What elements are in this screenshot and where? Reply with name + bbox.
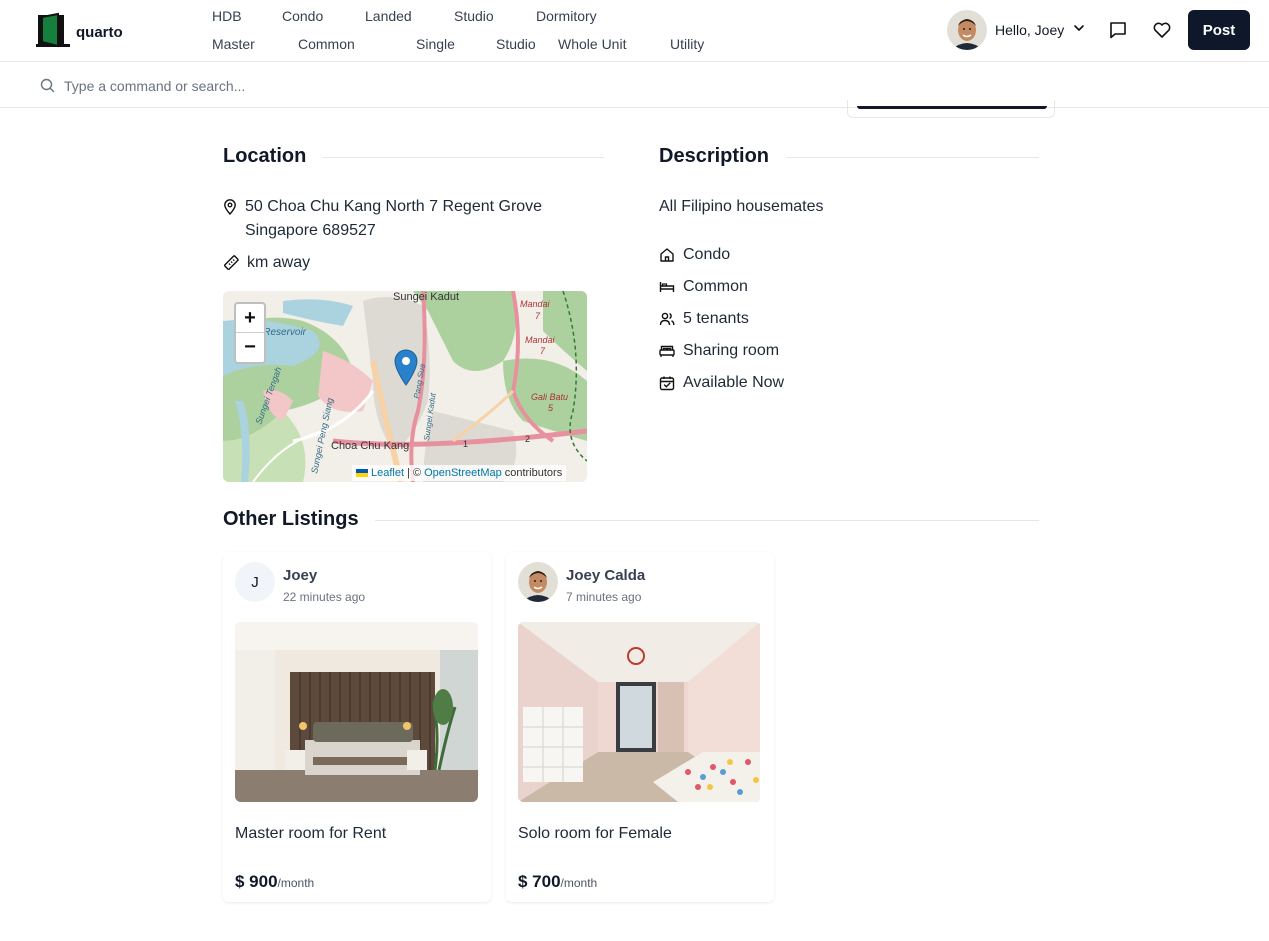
chevron-down-icon <box>1072 21 1086 40</box>
description-text: All Filipino housemates <box>659 198 824 215</box>
users-icon <box>659 307 675 331</box>
availability-value: Available Now <box>683 374 785 391</box>
listing-price-unit: /month <box>560 876 598 890</box>
search-icon <box>40 78 55 98</box>
heart-icon[interactable] <box>1151 19 1173 41</box>
map-pin-icon <box>223 195 239 219</box>
attribution-contributors: contributors <box>504 467 563 479</box>
leaflet-link[interactable]: Leaflet <box>371 467 404 479</box>
listing-time: 22 minutes ago <box>283 590 366 604</box>
map-label-sungei-kadut: Sungei Kadut <box>393 291 459 303</box>
location-map[interactable]: Sungei Kadut ji Reservoir Mandai 7 Manda… <box>223 291 587 482</box>
door-logo-icon <box>34 12 70 53</box>
room-sharing-row: Sharing room <box>659 339 779 363</box>
room-sharing-value: Sharing room <box>683 342 780 359</box>
listing-card[interactable]: J Joey 22 minutes ago Master room for Re… <box>223 552 491 902</box>
booking-card-edge <box>847 100 1055 118</box>
nav-hdb[interactable]: HDB <box>212 8 282 24</box>
description-divider <box>787 157 1039 158</box>
listing-photo[interactable] <box>235 622 478 802</box>
nav-landed[interactable]: Landed <box>365 8 454 24</box>
listing-photo[interactable] <box>518 622 761 802</box>
zoom-out-button[interactable]: − <box>236 333 264 362</box>
top-header: quarto HDB Condo Landed Studio Dormitory… <box>0 0 1269 62</box>
nav-condo[interactable]: Condo <box>282 8 365 24</box>
nav-whole-unit[interactable]: Whole Unit <box>558 36 670 52</box>
owner-avatar: J <box>235 562 275 602</box>
logo-text: quarto <box>76 24 123 41</box>
owner-avatar <box>518 562 558 602</box>
location-divider <box>323 157 604 158</box>
map-label-choa-chu-kang: Choa Chu Kang <box>331 440 409 452</box>
location-heading: Location <box>223 145 307 167</box>
nav-studio-property[interactable]: Studio <box>454 8 536 24</box>
room-type-row: Common <box>659 275 748 299</box>
calendar-check-icon <box>659 371 675 395</box>
zoom-in-button[interactable]: + <box>236 304 264 333</box>
other-listings-divider <box>375 520 1039 521</box>
user-avatar <box>947 10 987 50</box>
nav-common[interactable]: Common <box>298 36 416 52</box>
booking-button-edge[interactable] <box>857 106 1047 109</box>
listing-card[interactable]: Joey Calda 7 minutes ago Solo room for F… <box>506 552 774 902</box>
ukraine-flag-icon <box>356 469 368 477</box>
listing-time: 7 minutes ago <box>566 590 642 604</box>
nav-dormitory[interactable]: Dormitory <box>536 8 597 24</box>
room-type-nav: Master Common Single Studio Whole Unit U… <box>212 36 704 52</box>
listing-price-value: $ 900 <box>235 872 278 891</box>
nav-single[interactable]: Single <box>416 36 496 52</box>
command-search-input[interactable] <box>64 75 664 97</box>
logo[interactable]: quarto <box>34 12 123 53</box>
map-zoom-control: + − <box>234 302 266 364</box>
greeting: Hello, Joey <box>995 22 1065 38</box>
room-type-value: Common <box>683 278 748 295</box>
tenants-row: 5 tenants <box>659 307 749 331</box>
messages-icon[interactable] <box>1107 19 1129 41</box>
command-bar <box>0 63 1269 108</box>
listing-price-unit: /month <box>277 876 315 890</box>
map-label-route-2: 2 <box>525 434 530 444</box>
description-heading: Description <box>659 145 770 167</box>
map-label-mandai-top: Mandai <box>520 299 551 309</box>
map-label-route-1: 1 <box>463 439 468 449</box>
nav-utility[interactable]: Utility <box>670 36 704 52</box>
user-menu[interactable]: Hello, Joey <box>947 10 1086 50</box>
nav-studio-room[interactable]: Studio <box>496 36 558 52</box>
distance-row: km away <box>223 251 310 275</box>
attribution-separator: | © <box>407 467 422 479</box>
tenants-value: 5 tenants <box>683 310 749 327</box>
map-label-mandai-mid: Mandai <box>525 335 556 345</box>
listing-title[interactable]: Solo room for Female <box>518 825 672 843</box>
osm-link[interactable]: OpenStreetMap <box>424 467 502 479</box>
map-marker-icon[interactable] <box>393 348 419 391</box>
map-label-gali-batu: Gali Batu <box>531 392 568 402</box>
property-type-value: Condo <box>683 246 731 263</box>
nav-master[interactable]: Master <box>212 36 298 52</box>
listing-owner-name[interactable]: Joey <box>283 567 317 584</box>
listing-price: $ 700/month <box>518 872 597 892</box>
map-attribution: Leaflet | © OpenStreetMap contributors <box>352 465 567 481</box>
bed-icon <box>659 275 675 299</box>
address-line-1: 50 Choa Chu Kang North 7 Regent Grove <box>245 198 543 215</box>
post-button[interactable]: Post <box>1188 10 1250 50</box>
listing-owner-name[interactable]: Joey Calda <box>566 567 645 584</box>
property-type-nav: HDB Condo Landed Studio Dormitory <box>212 8 597 24</box>
home-icon <box>659 243 675 267</box>
distance-text: km away <box>247 254 311 271</box>
listing-title[interactable]: Master room for Rent <box>235 825 386 843</box>
address-row: 50 Choa Chu Kang North 7 Regent Grove Si… <box>223 195 542 243</box>
listing-price-value: $ 700 <box>518 872 561 891</box>
availability-row: Available Now <box>659 371 784 395</box>
other-listings-heading: Other Listings <box>223 508 359 530</box>
listing-price: $ 900/month <box>235 872 314 892</box>
ruler-icon <box>223 251 239 275</box>
double-bed-icon <box>659 339 675 363</box>
property-type-row: Condo <box>659 243 730 267</box>
address-line-2: Singapore 689527 <box>245 222 376 239</box>
